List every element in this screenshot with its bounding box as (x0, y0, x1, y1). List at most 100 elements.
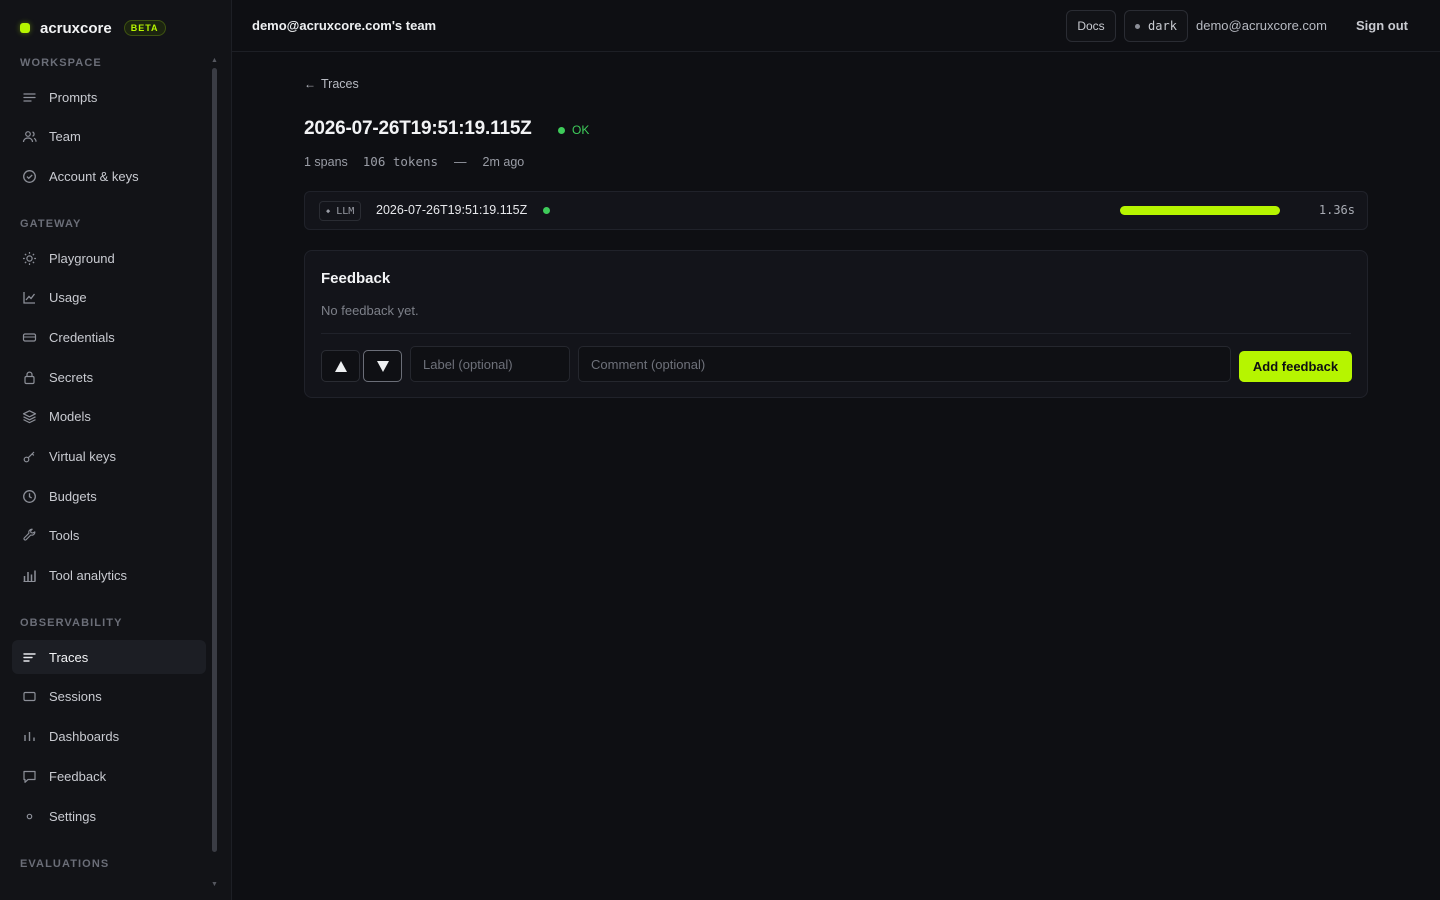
theme-label: dark (1148, 19, 1177, 33)
back-to-traces-link[interactable]: ← Traces (304, 77, 359, 91)
sidebar-item-label: Settings (49, 808, 96, 824)
add-feedback-button[interactable]: Add feedback (1239, 351, 1352, 382)
sidebar-item-dashboards[interactable]: Dashboards (12, 720, 206, 754)
key-icon (23, 451, 35, 463)
feedback-empty-text: No feedback yet. (321, 303, 419, 318)
sidebar-item-credentials[interactable]: Credentials (12, 320, 206, 354)
sidebar-item-traces[interactable]: Traces (12, 640, 206, 675)
beta-badge: BETA (123, 20, 166, 36)
top-header: demo@acruxcore.com's team Docs dark demo… (232, 0, 1440, 52)
feedback-panel: Feedback No feedback yet. Add feedback (304, 250, 1368, 398)
sidebar-item-feedback[interactable]: Feedback (12, 759, 206, 793)
sidebar-item-tools[interactable]: Tools (12, 519, 206, 553)
sun-icon (23, 251, 36, 265)
scroll-thumb[interactable] (212, 68, 217, 852)
triangle-down-icon (376, 360, 389, 372)
back-label: Traces (321, 77, 359, 91)
feedback-label-input[interactable] (410, 346, 570, 382)
sidebar: acruxcore BETA WORKSPACE Prompts Team Accou… (0, 0, 232, 900)
thumbs-down-button[interactable] (363, 350, 402, 382)
feedback-title: Feedback (321, 270, 391, 287)
wrench-icon (23, 529, 36, 541)
span-name: 2026-07-26T19:51:19.115Z (376, 203, 528, 217)
brand[interactable]: acruxcore BETA (20, 18, 166, 38)
sidebar-item-prompts[interactable]: Prompts (12, 80, 206, 114)
token-count: 106 tokens (362, 154, 439, 169)
sidebar-item-secrets[interactable]: Secrets (12, 360, 206, 394)
sidebar-item-team[interactable]: Team (12, 120, 206, 154)
triangle-up-icon (334, 360, 347, 372)
team-name: demo@acruxcore.com's team (252, 18, 437, 33)
span-timeline-bar (1120, 206, 1280, 215)
line-chart-icon (23, 292, 36, 304)
user-email: demo@acruxcore.com (1196, 18, 1327, 33)
traces-icon (23, 653, 36, 662)
theme-toggle[interactable]: dark (1124, 10, 1188, 42)
sidebar-item-label: Feedback (49, 768, 107, 784)
check-circle-icon (23, 169, 36, 183)
sidebar-item-label: Dashboards (49, 729, 120, 745)
scroll-down-icon[interactable]: ▼ (211, 881, 218, 888)
sidebar-item-label: Playground (49, 250, 115, 266)
sidebar-item-label: Models (49, 409, 91, 425)
sidebar-item-label: Account & keys (49, 168, 139, 184)
sidebar-item-sessions[interactable]: Sessions (12, 680, 206, 714)
status-dot-icon (558, 126, 565, 134)
diamond-icon: ◆ (326, 207, 331, 215)
sidebar-item-label: Usage (49, 290, 87, 306)
trace-meta: 1 spans 106 tokens — 2m ago (304, 154, 524, 169)
nav-section-workspace: WORKSPACE (20, 57, 102, 69)
sidebar-item-label: Credentials (49, 329, 115, 345)
trace-age: 2m ago (482, 154, 525, 169)
sidebar-item-label: Budgets (49, 488, 97, 504)
message-icon (23, 770, 36, 783)
span-duration: 1.36s (1318, 203, 1355, 217)
thumbs-up-button[interactable] (321, 350, 360, 382)
sidebar-item-usage[interactable]: Usage (12, 281, 206, 315)
nav-section-gateway: GATEWAY (20, 218, 82, 231)
sidebar-item-virtual-keys[interactable]: Virtual keys (12, 440, 206, 474)
sidebar-item-models[interactable]: Models (12, 400, 206, 434)
sidebar-item-label: Prompts (49, 89, 98, 105)
bars-icon (24, 732, 35, 742)
sidebar-item-label: Sessions (49, 689, 102, 705)
brand-name: acruxcore (40, 19, 112, 37)
sidebar-item-settings[interactable]: Settings (12, 799, 206, 833)
theme-dot-icon (1135, 23, 1141, 29)
arrow-left-icon: ← (304, 77, 316, 91)
sidebar-item-tool-analytics[interactable]: Tool analytics (12, 559, 206, 593)
card-icon (22, 333, 37, 342)
logo-icon (20, 23, 30, 33)
span-row[interactable]: ◆ LLM 2026-07-26T19:51:19.115Z 1.36s (304, 191, 1368, 230)
sidebar-item-account-keys[interactable]: Account & keys (12, 159, 206, 193)
span-status-dot-icon (543, 207, 550, 214)
status-badge: OK (558, 123, 589, 137)
sign-out-link[interactable]: Sign out (1356, 18, 1408, 33)
sidebar-item-label: Team (49, 129, 81, 145)
lock-icon (24, 371, 35, 384)
clock-icon (23, 489, 36, 503)
page-title: 2026-07-26T19:51:19.115Z (304, 118, 532, 139)
span-count: 1 spans (304, 154, 348, 169)
nav-section-observability: OBSERVABILITY (20, 617, 123, 630)
sidebar-item-label: Traces (49, 649, 89, 665)
sidebar-scrollbar[interactable]: ▲ ▼ (211, 56, 218, 892)
feedback-divider (321, 333, 1351, 334)
sidebar-item-label: Secrets (49, 369, 94, 385)
layers-icon (22, 410, 37, 424)
meta-separator: — (454, 154, 467, 169)
span-kind-label: LLM (336, 205, 355, 217)
square-icon (23, 692, 36, 702)
docs-button[interactable]: Docs (1066, 10, 1116, 42)
sidebar-item-label: Virtual keys (49, 449, 116, 464)
sidebar-item-label: Tool analytics (49, 568, 128, 584)
sidebar-item-budgets[interactable]: Budgets (12, 479, 206, 513)
sidebar-item-playground[interactable]: Playground (12, 241, 206, 275)
scroll-up-icon[interactable]: ▲ (211, 57, 218, 64)
nav-section-evaluations: EVALUATIONS (20, 857, 110, 870)
feedback-comment-input[interactable] (578, 346, 1231, 382)
